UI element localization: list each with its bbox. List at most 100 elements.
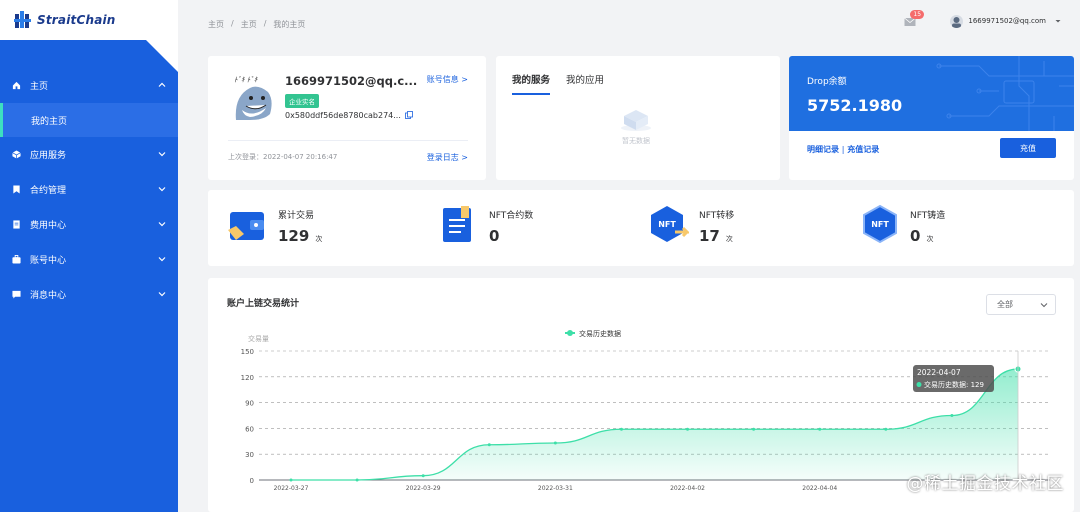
cube-icon (11, 150, 21, 160)
sidebar-item-label: 合约管理 (30, 186, 67, 196)
data-point (619, 427, 623, 431)
chevron-down-icon (158, 222, 166, 227)
app-root: StraitChain 主页 我的主页 应用服务 合约管理 费用中心 账号中心 … (0, 0, 1080, 512)
sidebar-item-label: 账号中心 (30, 256, 67, 266)
breadcrumb-home[interactable]: 主页 (208, 19, 224, 30)
caret-down-icon (1055, 20, 1061, 23)
x-tick-label: 2022-03-29 (406, 485, 441, 492)
sidebar-item-account[interactable]: 账号中心 (0, 242, 178, 277)
wallet-address-text: 0x580ddf56de8780cab274... (285, 111, 401, 120)
avatar (950, 14, 964, 28)
sidebar-item-label: 应用服务 (30, 151, 67, 161)
breadcrumb-home-2[interactable]: 主页 (241, 19, 257, 30)
data-point (884, 427, 888, 431)
tab-my-apps[interactable]: 我的应用 (566, 72, 604, 95)
data-point (686, 427, 690, 431)
recharge-button[interactable]: 充值 (1000, 138, 1056, 158)
login-log-link[interactable]: 登录日志 > (427, 152, 468, 163)
brand-logo[interactable]: StraitChain (0, 0, 178, 40)
drop-title: Drop余额 (807, 77, 847, 87)
area-fill (291, 369, 1018, 480)
sidebar-item-messages[interactable]: 消息中心 (0, 277, 178, 312)
stat-label: NFT合约数 (489, 211, 534, 221)
document-icon (11, 220, 21, 230)
header-right: 15 1669971502@qq.com (904, 10, 1062, 28)
empty-box-icon (621, 110, 651, 131)
breadcrumb: 主页 / 主页 / 我的主页 (208, 19, 305, 30)
detail-records-link[interactable]: 明细记录 (807, 145, 839, 154)
drop-banner: Drop余额 5752.1980 (789, 56, 1074, 131)
y-tick-label: 30 (245, 451, 254, 459)
briefcase-icon (11, 255, 21, 265)
stat-label: NFT铸造 (910, 211, 946, 221)
legend-marker (567, 330, 573, 336)
message-button[interactable]: 15 (904, 10, 925, 28)
stats-card: 累计交易 129 次 NFT合约数 0 NFT NFT转移 17 次 NFT NFT… (208, 190, 1074, 266)
sidebar-item-contracts[interactable]: 合约管理 (0, 172, 178, 207)
stat-label: NFT转移 (699, 211, 735, 221)
breadcrumb-separator: / (231, 19, 234, 28)
home-icon (11, 81, 21, 91)
stat-nft-transfers: NFT NFT转移 17 次 (649, 204, 734, 245)
empty-state: 暂无数据 (616, 106, 656, 146)
y-tick-label: 150 (241, 348, 254, 356)
verified-badge: 企业实名 (285, 94, 319, 108)
stat-unit: 次 (315, 235, 323, 243)
divider (228, 140, 468, 141)
logo-icon (14, 11, 31, 28)
data-point (487, 443, 491, 447)
user-email: 1669971502@qq.com (968, 17, 1046, 25)
sidebar-menu: 主页 我的主页 应用服务 合约管理 费用中心 账号中心 消息中心 (0, 68, 178, 312)
watermark: @稀土掘金技术社区 (906, 474, 1064, 494)
services-card: 我的服务 我的应用 暂无数据 (496, 56, 780, 180)
data-point (950, 414, 954, 417)
shark-avatar: ﾄﾞｷ ﾄﾞｷ (234, 76, 272, 120)
tooltip-value: 交易历史数据: 129 (924, 380, 984, 389)
data-point (355, 478, 359, 482)
wallet-icon (228, 212, 264, 240)
user-menu[interactable]: 1669971502@qq.com (950, 14, 1062, 28)
sidebar-subitem-my-home[interactable]: 我的主页 (0, 103, 178, 137)
legend-label: 交易历史数据 (579, 329, 621, 338)
nft-icon-text: NFT (871, 220, 889, 229)
stat-value: 0 (489, 227, 500, 245)
stat-value: 17 (699, 227, 720, 245)
stat-label: 累计交易 (278, 211, 315, 221)
nft-mint-icon: NFT (863, 204, 897, 244)
sidebar-item-app-services[interactable]: 应用服务 (0, 137, 178, 172)
sidebar-item-billing[interactable]: 费用中心 (0, 207, 178, 242)
x-tick-label: 2022-03-27 (274, 485, 309, 492)
bookmark-icon (11, 185, 21, 195)
chevron-up-icon (158, 82, 166, 87)
breadcrumb-current: 我的主页 (273, 20, 306, 29)
sidebar-subitem-label: 我的主页 (31, 116, 68, 127)
tab-my-services[interactable]: 我的服务 (512, 72, 551, 95)
stat-nft-contracts: NFT合约数 0 (439, 204, 533, 245)
last-login: 上次登录：2022-04-07 20:16:47 (228, 153, 338, 161)
tooltip-date: 2022-04-07 (917, 368, 961, 377)
sidebar-item-home[interactable]: 主页 (0, 68, 178, 103)
sidebar-item-label: 费用中心 (30, 221, 67, 231)
chevron-down-icon (158, 257, 166, 262)
account-info-link[interactable]: 账号信息 > (427, 74, 468, 85)
stat-unit: 次 (725, 235, 733, 243)
data-point (421, 474, 425, 478)
contract-icon (443, 206, 471, 242)
drop-links: 明细记录 | 充值记录 (807, 144, 879, 155)
stat-total-transactions: 累计交易 129 次 (228, 204, 322, 245)
empty-text: 暂无数据 (622, 137, 650, 145)
stat-unit: 次 (926, 235, 934, 243)
y-tick-label: 0 (250, 477, 254, 485)
message-badge: 15 (910, 10, 925, 19)
y-tick-label: 120 (241, 374, 254, 382)
y-tick-label: 60 (245, 425, 254, 433)
recharge-records-link[interactable]: 充值记录 (847, 145, 879, 154)
sidebar: StraitChain 主页 我的主页 应用服务 合约管理 费用中心 账号中心 … (0, 0, 178, 512)
link-separator: | (841, 145, 845, 154)
data-point (818, 427, 822, 431)
stat-value: 129 (278, 227, 310, 245)
data-point (553, 441, 557, 445)
tooltip-marker (916, 382, 922, 388)
stat-value: 0 (910, 227, 921, 245)
copy-icon[interactable] (405, 111, 414, 119)
